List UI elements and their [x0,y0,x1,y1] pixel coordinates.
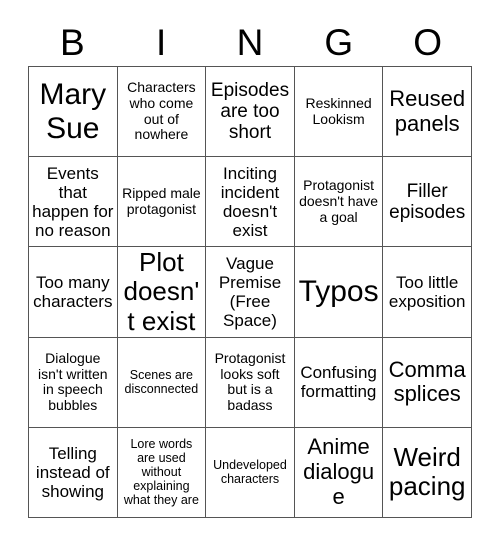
bingo-cell-label: Too many characters [33,272,113,311]
bingo-cell-label: Dialogue isn't written in speech bubbles [38,349,108,413]
bingo-header-letter-o: O [413,21,442,63]
bingo-cell-label: Episodes are too short [210,79,290,144]
bingo-cell[interactable]: Filler episodes [383,157,472,248]
bingo-cell[interactable]: Lore words are used without explaining w… [117,427,207,518]
bingo-cell-label: Confusing formatting [300,363,377,402]
bingo-cell-label: Characters who come out of nowhere [127,79,196,143]
bingo-cell-label: Reused panels [389,85,466,136]
bingo-cell[interactable]: Comma splices [383,337,472,428]
bingo-cell-label: Typos [298,275,379,309]
bingo-cell[interactable]: Confusing formatting [294,337,384,428]
bingo-cell[interactable]: Anime dialogue [294,427,384,518]
bingo-cell[interactable]: Plot doesn't exist [117,247,207,338]
bingo-cell-label: Too little exposition [388,272,466,311]
bingo-cell-label: Vague Premise (Free Space) [218,253,282,331]
bingo-cell[interactable]: Undeveloped characters [206,427,295,518]
bingo-cell-label: Protagonist looks soft but is a badass [214,349,286,413]
bingo-header-letter-n: N [236,21,264,63]
bingo-cell[interactable]: Weird pacing [383,427,472,518]
bingo-cell[interactable]: Reused panels [383,67,472,158]
bingo-cell-label: Anime dialogue [303,434,375,509]
bingo-cell[interactable]: Characters who come out of nowhere [117,67,207,158]
bingo-grid: Mary Sue Characters who come out of nowhe… [28,66,472,518]
bingo-header-letter-i: I [156,21,167,63]
bingo-cell-label: Inciting incident doesn't exist [220,163,280,240]
bingo-cell-label: Undeveloped characters [213,458,287,487]
bingo-cell[interactable]: Inciting incident doesn't exist [206,157,295,248]
bingo-cell[interactable]: Events that happen for no reason [29,157,118,248]
bingo-card: B I N G O Mary Sue Characters who come ou… [0,0,500,544]
bingo-cell-label: Comma splices [388,356,466,407]
bingo-cell[interactable]: Too many characters [29,247,118,338]
bingo-cell[interactable]: Vague Premise (Free Space) [206,247,295,338]
bingo-header-letter-b: B [60,21,85,63]
bingo-cell-label: Ripped male protagonist [122,185,201,217]
bingo-header: B I N G O [28,18,472,66]
bingo-cell-label: Plot doesn't exist [123,247,200,336]
bingo-cell-label: Scenes are disconnected [124,368,199,397]
bingo-cell-label: Lore words are used without explaining w… [123,437,199,508]
bingo-cell-label: Telling instead of showing [35,443,110,501]
bingo-cell[interactable]: Too little exposition [383,247,472,338]
bingo-cell-label: Weird pacing [388,442,466,502]
bingo-cell[interactable]: Ripped male protagonist [117,157,207,248]
bingo-cell-label: Protagonist doesn't have a goal [299,177,379,225]
bingo-cell[interactable]: Protagonist looks soft but is a badass [206,337,295,428]
bingo-cell[interactable]: Scenes are disconnected [117,337,207,428]
bingo-cell[interactable]: Telling instead of showing [29,427,118,518]
bingo-header-letter-g: G [324,21,354,63]
bingo-cell[interactable]: Episodes are too short [206,67,295,158]
bingo-cell[interactable]: Typos [294,247,384,338]
bingo-cell-label: Events that happen for no reason [32,163,114,240]
bingo-cell[interactable]: Reskinned Lookism [294,67,384,158]
bingo-cell-label: Reskinned Lookism [305,94,372,127]
bingo-cell[interactable]: Protagonist doesn't have a goal [294,157,384,248]
bingo-cell-label: Mary Sue [39,78,107,145]
bingo-cell[interactable]: Mary Sue [29,67,118,158]
bingo-cell-label: Filler episodes [389,180,466,223]
bingo-cell[interactable]: Dialogue isn't written in speech bubbles [29,337,118,428]
